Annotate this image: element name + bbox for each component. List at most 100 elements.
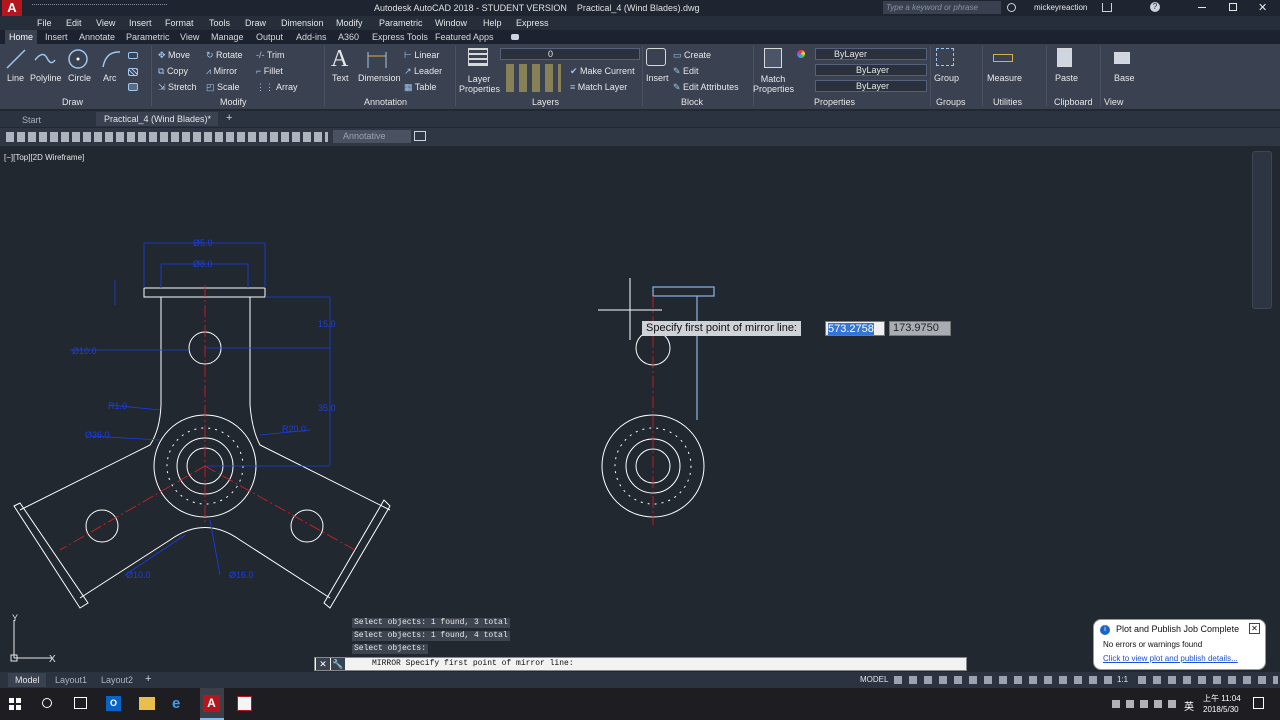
polyline-button[interactable]: Polyline bbox=[30, 73, 62, 83]
user-icon[interactable] bbox=[1007, 3, 1016, 12]
menu-parametric[interactable]: Parametric bbox=[379, 18, 423, 28]
paste-icon[interactable] bbox=[1057, 48, 1072, 67]
lineweight-dropdown[interactable]: ByLayer bbox=[815, 80, 927, 92]
tab-a360[interactable]: A360 bbox=[338, 32, 359, 42]
tab-annotate[interactable]: Annotate bbox=[79, 32, 115, 42]
dimension-icon[interactable] bbox=[365, 48, 389, 70]
annotation-scale[interactable]: 1:1 bbox=[1117, 675, 1128, 684]
edit-block-button[interactable]: ✎ Edit bbox=[673, 66, 699, 77]
tab-layout2[interactable]: Layout2 bbox=[101, 675, 133, 685]
system-tray-icons[interactable] bbox=[1112, 700, 1180, 708]
tab-active-drawing[interactable]: Practical_4 (Wind Blades)* bbox=[96, 112, 218, 126]
gradient-icon[interactable] bbox=[128, 83, 138, 91]
array-button[interactable]: ⋮⋮ Array bbox=[256, 82, 298, 93]
menu-express[interactable]: Express bbox=[516, 18, 549, 28]
edit-attributes-button[interactable]: ✎ Edit Attributes bbox=[673, 82, 739, 93]
task-view-icon[interactable] bbox=[74, 697, 87, 709]
menu-insert[interactable]: Insert bbox=[129, 18, 152, 28]
match-properties-icon[interactable] bbox=[764, 48, 782, 68]
group-button[interactable]: Group bbox=[934, 73, 959, 83]
autocad-viewer-icon[interactable] bbox=[237, 696, 252, 711]
tab-insert[interactable]: Insert bbox=[45, 32, 68, 42]
mirror-button[interactable]: ⩘ Mirror bbox=[206, 66, 237, 77]
navigation-bar[interactable] bbox=[1252, 151, 1272, 309]
draw-panel-title[interactable]: Draw bbox=[62, 97, 83, 107]
linetype-dropdown[interactable]: ByLayer bbox=[815, 64, 927, 76]
color-dropdown[interactable]: ByLayer bbox=[815, 48, 927, 60]
properties-panel-title[interactable]: Properties bbox=[814, 97, 855, 107]
block-panel-title[interactable]: Block bbox=[681, 97, 703, 107]
arc-button[interactable]: Arc bbox=[103, 73, 117, 83]
base-button[interactable]: Base bbox=[1114, 73, 1135, 83]
tab-view[interactable]: View bbox=[180, 32, 199, 42]
layer-dropdown[interactable]: 0 bbox=[500, 48, 640, 60]
user-name[interactable]: mickeyreaction bbox=[1034, 3, 1087, 12]
paste-button[interactable]: Paste bbox=[1055, 73, 1078, 83]
annotative-style-dropdown[interactable]: Annotative bbox=[333, 130, 411, 143]
menu-tools[interactable]: Tools bbox=[209, 18, 230, 28]
match-layer-button[interactable]: ≡ Match Layer bbox=[570, 82, 627, 92]
insert-button[interactable]: Insert bbox=[646, 73, 669, 83]
linear-button[interactable]: ⊢ Linear bbox=[404, 50, 439, 61]
tab-output[interactable]: Output bbox=[256, 32, 283, 42]
menu-modify[interactable]: Modify bbox=[336, 18, 363, 28]
polyline-icon[interactable] bbox=[33, 48, 57, 70]
new-tab-button[interactable]: + bbox=[226, 112, 232, 124]
dynamic-input-y-field[interactable]: 173.9750 bbox=[889, 321, 951, 336]
menu-file[interactable]: File bbox=[37, 18, 52, 28]
file-explorer-icon[interactable] bbox=[139, 697, 155, 710]
command-customize-icon[interactable]: 🔧 bbox=[331, 658, 345, 670]
outlook-icon[interactable]: O bbox=[106, 696, 121, 711]
drawing-svg[interactable]: Ø5.0 Ø8.0 15.0 35.0 Ø10.0 R1.0 Ø36.0 R20… bbox=[0, 146, 1280, 672]
command-close-icon[interactable]: ✕ bbox=[316, 658, 330, 670]
add-layout-button[interactable]: + bbox=[145, 673, 151, 685]
menu-dimension[interactable]: Dimension bbox=[281, 18, 324, 28]
stretch-button[interactable]: ⇲ Stretch bbox=[158, 82, 197, 93]
create-block-button[interactable]: ▭ Create bbox=[673, 50, 711, 61]
search-input[interactable]: Type a keyword or phrase bbox=[883, 1, 1001, 14]
menu-window[interactable]: Window bbox=[435, 18, 467, 28]
notification-close-button[interactable]: ✕ bbox=[1249, 623, 1260, 634]
menu-help[interactable]: Help bbox=[483, 18, 502, 28]
command-input[interactable]: MIRROR Specify first point of mirror lin… bbox=[372, 659, 574, 668]
quick-access-toolbar[interactable] bbox=[32, 4, 167, 12]
search-icon[interactable] bbox=[42, 698, 52, 708]
clipboard-panel-title[interactable]: Clipboard bbox=[1054, 97, 1093, 107]
clock-time[interactable]: 上午 11:04 bbox=[1203, 693, 1241, 704]
layers-panel-title[interactable]: Layers bbox=[532, 97, 559, 107]
autocad-taskbar-icon[interactable]: A bbox=[200, 688, 224, 720]
copy-button[interactable]: ⧉ Copy bbox=[158, 66, 188, 77]
circle-button[interactable]: Circle bbox=[68, 73, 91, 83]
line-icon[interactable] bbox=[5, 48, 27, 70]
start-button[interactable] bbox=[9, 698, 21, 710]
close-button[interactable]: ✕ bbox=[1258, 1, 1267, 14]
maximize-button[interactable] bbox=[1229, 3, 1237, 11]
dimstyle-icon[interactable] bbox=[414, 131, 426, 141]
measure-button[interactable]: Measure bbox=[987, 73, 1022, 83]
base-view-icon[interactable] bbox=[1114, 52, 1130, 64]
drawing-canvas[interactable]: [−][Top][2D Wireframe] Ø5.0 Ø8.0 15.0 35… bbox=[0, 146, 1280, 672]
arc-icon[interactable] bbox=[100, 48, 122, 70]
circle-icon[interactable] bbox=[67, 48, 89, 70]
tab-express-tools[interactable]: Express Tools bbox=[372, 32, 428, 42]
model-space-button[interactable]: MODEL bbox=[860, 675, 888, 684]
hatch-icon[interactable] bbox=[128, 68, 138, 76]
notification-center-icon[interactable] bbox=[1253, 697, 1264, 709]
text-icon[interactable]: A bbox=[331, 46, 348, 73]
menu-draw[interactable]: Draw bbox=[245, 18, 266, 28]
ime-indicator[interactable]: 英 bbox=[1184, 698, 1194, 713]
trim-button[interactable]: -/- Trim bbox=[256, 50, 285, 60]
match-properties-button[interactable]: Match Properties bbox=[753, 74, 794, 94]
ribbon-options-icon[interactable] bbox=[511, 34, 519, 40]
tab-featured-apps[interactable]: Featured Apps bbox=[435, 32, 494, 42]
table-button[interactable]: ▦ Table bbox=[404, 82, 436, 93]
autocad-logo[interactable]: A bbox=[2, 0, 22, 16]
menu-view[interactable]: View bbox=[96, 18, 115, 28]
leader-button[interactable]: ↗ Leader bbox=[404, 66, 442, 77]
cart-icon[interactable] bbox=[1102, 3, 1112, 12]
scale-button[interactable]: ◰ Scale bbox=[206, 82, 240, 93]
tab-layout1[interactable]: Layout1 bbox=[55, 675, 87, 685]
layer-properties-icon[interactable] bbox=[468, 48, 488, 66]
clock-date[interactable]: 2018/5/30 bbox=[1203, 705, 1239, 714]
dimension-button[interactable]: Dimension bbox=[358, 73, 401, 83]
